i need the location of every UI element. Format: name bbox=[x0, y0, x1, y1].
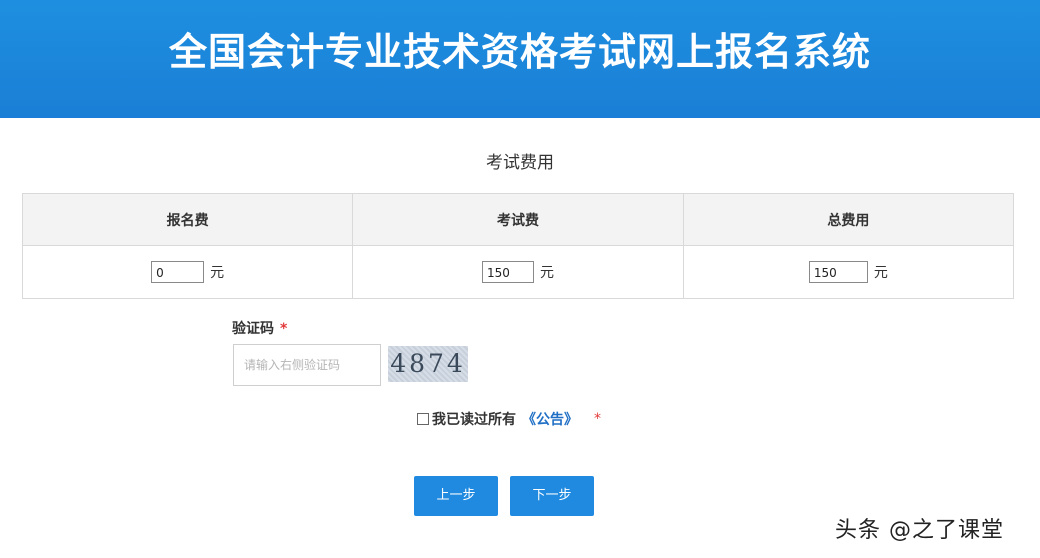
agreement-text: 我已读过所有 bbox=[432, 412, 516, 428]
total-fee-field[interactable]: 150 bbox=[808, 261, 868, 283]
column-header-registration-fee: 报名费 bbox=[21, 193, 354, 246]
fee-section-title: 考试费用 bbox=[486, 153, 554, 173]
exam-fee-cell: 150 元 bbox=[352, 245, 684, 299]
column-header-total-fee: 总费用 bbox=[682, 193, 1015, 246]
captcha-label-text: 验证码 bbox=[232, 321, 274, 337]
page-title: 全国会计专业技术资格考试网上报名系统 bbox=[168, 29, 871, 74]
total-fee-cell: 150 元 bbox=[682, 245, 1015, 299]
header-banner: 全国会计专业技术资格考试网上报名系统 bbox=[0, 0, 1040, 118]
captcha-image[interactable]: 4874 bbox=[388, 346, 468, 382]
registration-fee-field[interactable]: 0 bbox=[151, 261, 205, 283]
fee-table: 报名费 考试费 总费用 0元 150 元 150 元 bbox=[21, 193, 1015, 299]
agreement-required-mark: * bbox=[594, 411, 601, 427]
captcha-label: 验证码 * bbox=[232, 318, 287, 338]
agreement-checkbox[interactable] bbox=[417, 413, 429, 425]
agreement-row: 我已读过所有 《公告》 * bbox=[417, 409, 601, 429]
currency-unit: 元 bbox=[539, 265, 554, 281]
next-step-button[interactable]: 下一步 bbox=[510, 476, 594, 516]
previous-step-button[interactable]: 上一步 bbox=[414, 476, 498, 516]
watermark: 头条 @之了课堂 bbox=[835, 518, 1004, 543]
fee-table-row: 0元 150 元 150 元 bbox=[21, 245, 1015, 299]
currency-unit: 元 bbox=[873, 265, 888, 281]
required-mark: * bbox=[280, 321, 288, 337]
captcha-input[interactable]: 请输入右侧验证码 bbox=[233, 344, 381, 386]
captcha-placeholder: 请输入右侧验证码 bbox=[244, 358, 341, 372]
exam-fee-field[interactable]: 150 bbox=[481, 261, 534, 283]
column-header-exam-fee: 考试费 bbox=[352, 193, 684, 246]
currency-unit: 元 bbox=[210, 265, 225, 281]
notice-link[interactable]: 《公告》 bbox=[522, 409, 578, 429]
fee-table-header-row: 报名费 考试费 总费用 bbox=[21, 193, 1015, 246]
registration-fee-cell: 0元 bbox=[21, 245, 354, 299]
